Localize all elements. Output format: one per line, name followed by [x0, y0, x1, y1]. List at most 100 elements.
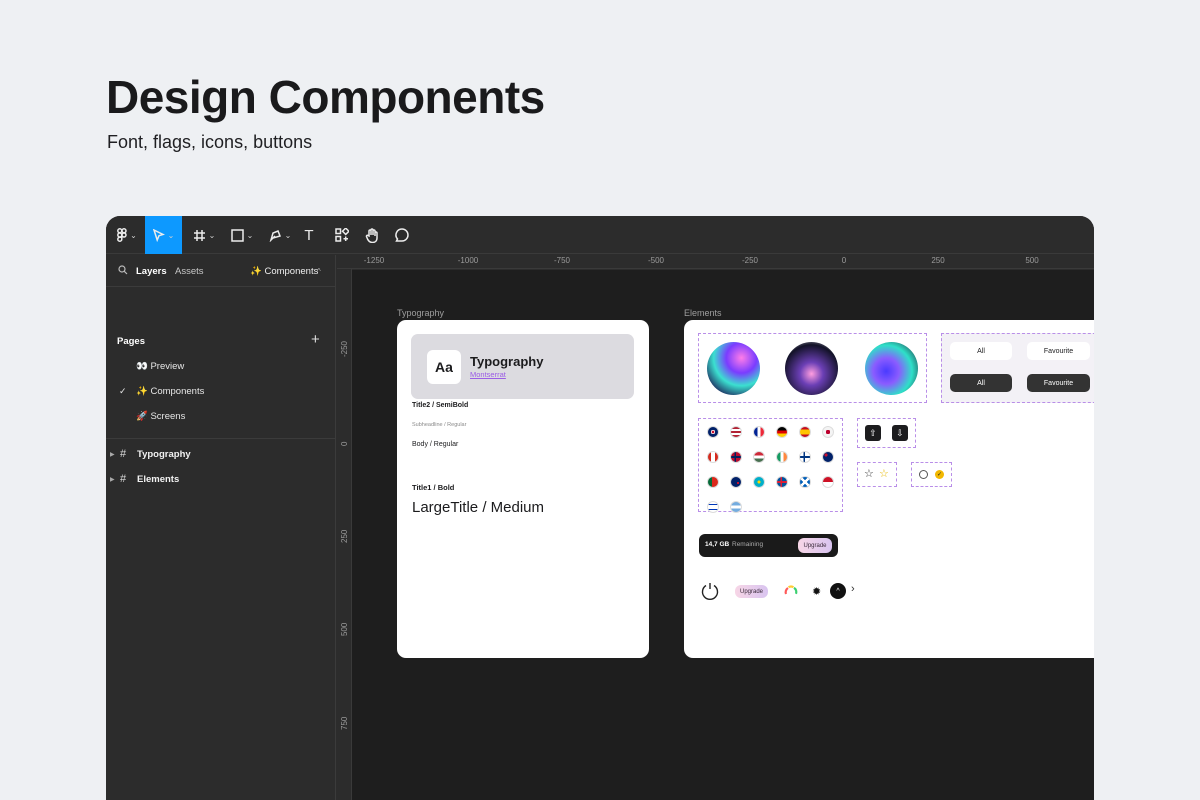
- radio-on-icon[interactable]: ✓: [935, 470, 944, 479]
- current-page-selector[interactable]: ✨ Components: [250, 266, 318, 277]
- all-button-dark[interactable]: All: [950, 374, 1012, 392]
- ruler-tick: 250: [931, 256, 945, 265]
- text-icon: T: [304, 226, 314, 244]
- text-tool-button[interactable]: T: [300, 216, 318, 254]
- buttons-group: All Favourite All Favourite: [941, 333, 1094, 403]
- flag-ca-icon: [707, 451, 719, 463]
- layer-item-elements[interactable]: ▶ # Elements: [110, 473, 179, 485]
- style-title2: Title2 / SemiBold: [412, 402, 469, 409]
- frame-tool-button[interactable]: ⌄: [188, 216, 220, 254]
- all-button-light[interactable]: All: [950, 342, 1012, 360]
- upgrade-button[interactable]: Upgrade: [735, 585, 768, 598]
- flag-us-icon: [730, 426, 742, 438]
- page-item-components[interactable]: ✨ Components: [136, 386, 204, 397]
- radio-off-icon[interactable]: [919, 470, 928, 479]
- ruler-tick: 500: [1025, 256, 1039, 265]
- typography-title: Typography: [470, 354, 544, 369]
- figma-menu-button[interactable]: ⌄: [110, 216, 144, 254]
- file-icons-group: ⇧ ⇩: [857, 418, 916, 448]
- flag-jp-icon: [822, 426, 834, 438]
- download-icon[interactable]: ⇩: [892, 425, 908, 441]
- page-item-screens[interactable]: 🚀 Screens: [136, 411, 185, 422]
- settings-icon[interactable]: ✹: [812, 585, 821, 598]
- layer-label: Typography: [137, 448, 191, 460]
- pen-tool-button[interactable]: ⌄: [264, 216, 296, 254]
- stars-group: ☆ ☆: [857, 462, 897, 487]
- typography-frame[interactable]: Aa Typography Montserrat Title2 / SemiBo…: [397, 320, 649, 658]
- flag-id-icon: [822, 476, 834, 488]
- storage-size: 14,7 GB: [705, 541, 730, 548]
- page-item-preview[interactable]: 👀 Preview: [136, 361, 184, 372]
- flag-fr-icon: [753, 426, 765, 438]
- font-preview-badge: Aa: [427, 350, 461, 384]
- components-icon: [335, 228, 349, 242]
- star-filled-icon[interactable]: ☆: [879, 467, 889, 480]
- ruler-tick: -1000: [457, 256, 479, 265]
- power-icon[interactable]: [700, 581, 720, 601]
- favourite-button-light[interactable]: Favourite: [1027, 342, 1090, 360]
- flag-ar-icon: [730, 501, 742, 513]
- rectangle-icon: [230, 228, 244, 242]
- frame-label-elements[interactable]: Elements: [684, 308, 722, 318]
- ruler-tick: -250: [741, 256, 759, 265]
- storage-upgrade-button[interactable]: Upgrade: [798, 538, 832, 553]
- upload-icon[interactable]: ⇧: [865, 425, 881, 441]
- pen-icon: [269, 229, 281, 242]
- canvas[interactable]: Typography Aa Typography Montserrat Titl…: [352, 270, 1094, 800]
- ruler-left: -250 0 250 500 750: [337, 269, 352, 800]
- chevron-down-icon: ⌄: [130, 230, 137, 240]
- flag-is-icon: [776, 476, 788, 488]
- elements-frame[interactable]: All Favourite All Favourite ⇧ ⇩ ☆ ☆ ✓ 14…: [684, 320, 1094, 658]
- style-title1: Title1 / Bold: [412, 483, 455, 492]
- layer-item-typography[interactable]: ▶ # Typography: [110, 448, 191, 460]
- flag-fi-icon: [799, 451, 811, 463]
- chevron-down-icon: ⌄: [246, 230, 254, 240]
- tab-assets[interactable]: Assets: [175, 266, 204, 277]
- components-tool-button[interactable]: [332, 216, 352, 254]
- gradient-sphere: [707, 342, 760, 395]
- chevron-up-icon[interactable]: ^: [317, 267, 321, 276]
- comment-tool-button[interactable]: [392, 216, 412, 254]
- gradient-spheres-group: [698, 333, 927, 403]
- caret-right-icon[interactable]: ▶: [110, 451, 120, 458]
- frame-icon: [193, 229, 205, 241]
- hero-title: Design Components: [106, 71, 545, 123]
- favourite-button-dark[interactable]: Favourite: [1027, 374, 1090, 392]
- chevron-right-icon[interactable]: ›: [851, 583, 855, 595]
- search-icon[interactable]: [118, 265, 128, 275]
- ruler-top: -1250 -1000 -750 -500 -250 0 250 500: [337, 255, 1094, 269]
- scroll-up-button[interactable]: ^: [830, 583, 846, 599]
- flag-au-icon: [822, 451, 834, 463]
- frame-icon: #: [120, 448, 127, 460]
- left-sidebar: Layers Assets ✨ Components ^ Pages + 👀 P…: [106, 255, 336, 800]
- ruler-tick: -1250: [363, 256, 385, 265]
- style-large-title: LargeTitle / Medium: [412, 499, 544, 516]
- flag-es-icon: [799, 426, 811, 438]
- flag-il-icon: [707, 501, 719, 513]
- star-outline-icon[interactable]: ☆: [864, 467, 874, 480]
- tab-layers[interactable]: Layers: [136, 266, 167, 277]
- ruler-tick: 0: [841, 256, 847, 265]
- chevron-up-icon: ^: [836, 587, 840, 595]
- pages-header: Pages: [117, 336, 145, 347]
- ruler-tick: -250: [340, 340, 349, 357]
- ruler-tick: -500: [647, 256, 665, 265]
- layer-label: Elements: [137, 473, 180, 485]
- shape-tool-button[interactable]: ⌄: [226, 216, 258, 254]
- font-name-link[interactable]: Montserrat: [470, 370, 506, 379]
- cursor-icon: [152, 228, 165, 242]
- flag-ie-icon: [776, 451, 788, 463]
- chevron-down-icon: ⌄: [167, 230, 175, 240]
- sidebar-divider: [106, 438, 336, 439]
- add-page-icon[interactable]: +: [311, 331, 320, 348]
- gradient-sphere: [785, 342, 838, 395]
- frame-label-typography[interactable]: Typography: [397, 308, 444, 318]
- move-tool-button[interactable]: ⌄: [145, 216, 182, 254]
- caret-right-icon[interactable]: ▶: [110, 476, 120, 483]
- ruler-tick: 0: [340, 441, 349, 446]
- flag-kz-icon: [753, 476, 765, 488]
- flag-sc-icon: [799, 476, 811, 488]
- gradient-sphere: [865, 342, 918, 395]
- hand-tool-button[interactable]: [362, 216, 382, 254]
- typography-header-card: Aa Typography Montserrat: [411, 334, 634, 399]
